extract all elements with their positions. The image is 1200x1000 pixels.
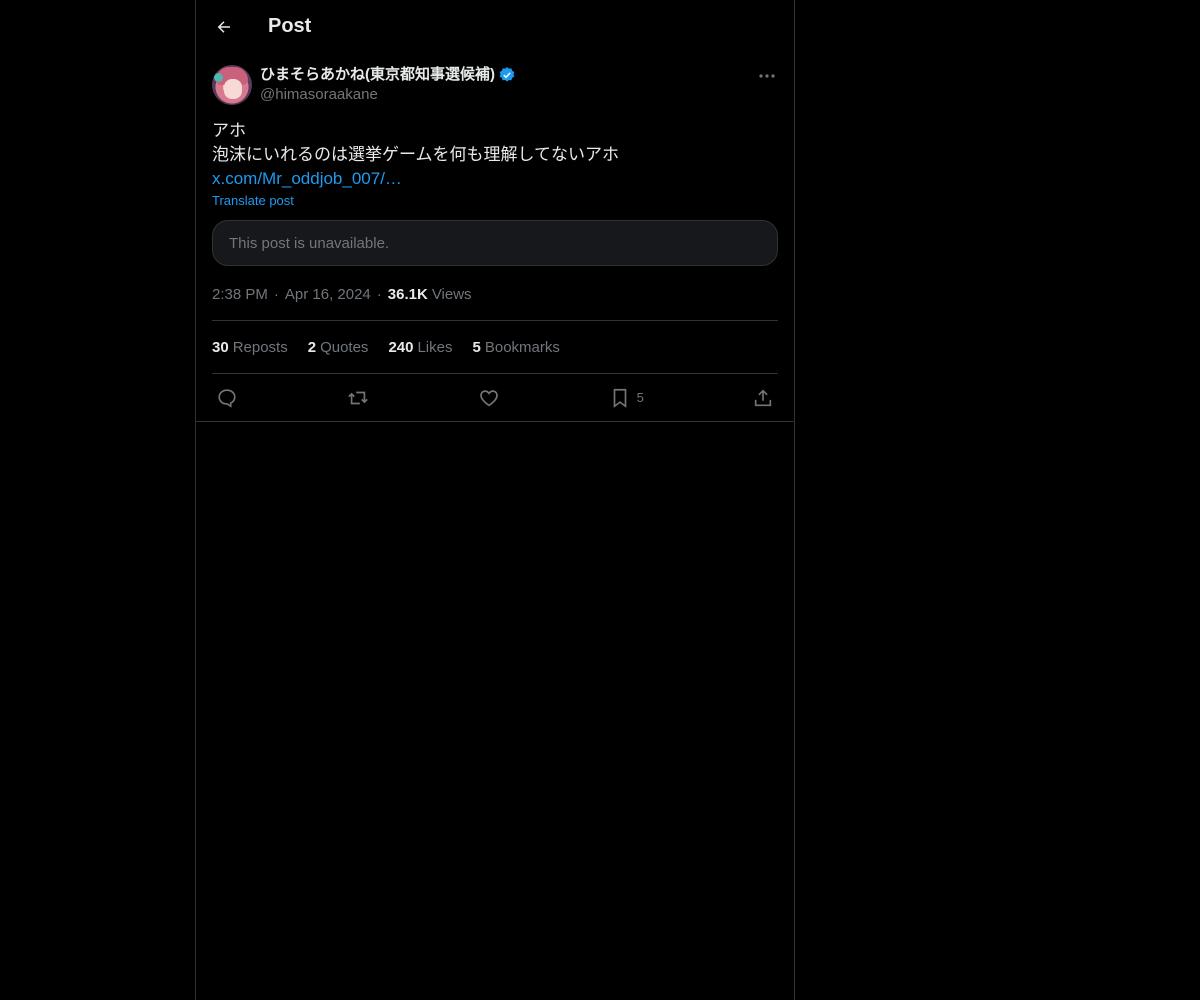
post-detail: ひまそらあかね(東京都知事選候補) @himasoraakane アホ 泡沫にい… [196, 65, 794, 422]
engagement-stats: 30 Reposts 2 Quotes 240 Likes 5 Bookmarks [212, 321, 778, 373]
post-text: アホ 泡沫にいれるのは選挙ゲームを何も理解してないアホ x.com/Mr_odd… [212, 119, 778, 191]
action-bar: 5 [212, 373, 778, 421]
meta-separator: · [273, 285, 279, 303]
quotes-stat[interactable]: 2 Quotes [308, 339, 369, 356]
display-name[interactable]: ひまそらあかね(東京都知事選候補) [260, 65, 495, 85]
meta-separator: · [376, 285, 382, 303]
quoted-post-unavailable: This post is unavailable. [212, 220, 778, 266]
more-horizontal-icon [759, 74, 775, 78]
bookmark-count: 5 [636, 390, 644, 405]
author-row: ひまそらあかね(東京都知事選候補) @himasoraakane [212, 65, 778, 105]
heart-icon [480, 389, 499, 406]
bookmarks-stat[interactable]: 5 Bookmarks [473, 339, 560, 356]
post-text-line-1: アホ [212, 121, 246, 140]
repost-icon [348, 391, 368, 404]
post-meta: 2:38 PM · Apr 16, 2024 · 36.1K Views [212, 284, 778, 304]
bookmark-icon [613, 388, 626, 408]
post-text-line-2: 泡沫にいれるのは選挙ゲームを何も理解してないアホ [212, 145, 619, 164]
bookmark-button[interactable]: 5 [609, 387, 644, 409]
reply-button[interactable] [216, 387, 238, 409]
share-icon [754, 388, 772, 406]
divider [196, 421, 794, 422]
reply-icon [218, 388, 236, 408]
translate-post-button[interactable]: Translate post [212, 193, 778, 208]
repost-button[interactable] [346, 387, 370, 409]
more-options-button[interactable] [756, 65, 778, 87]
share-button[interactable] [752, 387, 774, 409]
verified-badge-icon[interactable] [498, 66, 516, 84]
reposts-stat[interactable]: 30 Reposts [212, 339, 288, 356]
avatar[interactable] [212, 65, 252, 105]
views-count: 36.1K [387, 285, 428, 303]
main-column: Post ひまそらあかね(東京都知事選候補) @himasoraakane アホ… [195, 0, 795, 1000]
views-label: Views [431, 285, 472, 303]
arrow-left-icon [217, 20, 230, 33]
like-button[interactable] [478, 387, 500, 409]
post-time[interactable]: 2:38 PM [212, 286, 268, 303]
author-names: ひまそらあかね(東京都知事選候補) @himasoraakane [260, 65, 516, 105]
back-button[interactable] [212, 15, 236, 39]
post-date[interactable]: Apr 16, 2024 [285, 286, 371, 303]
page-header: Post [196, 0, 794, 53]
author-handle[interactable]: @himasoraakane [260, 85, 516, 105]
display-name-row[interactable]: ひまそらあかね(東京都知事選候補) [260, 65, 516, 85]
unavailable-text: This post is unavailable. [229, 234, 390, 252]
likes-stat[interactable]: 240 Likes [388, 339, 452, 356]
page-title: Post [268, 15, 312, 37]
post-link[interactable]: x.com/Mr_oddjob_007/… [212, 167, 778, 191]
